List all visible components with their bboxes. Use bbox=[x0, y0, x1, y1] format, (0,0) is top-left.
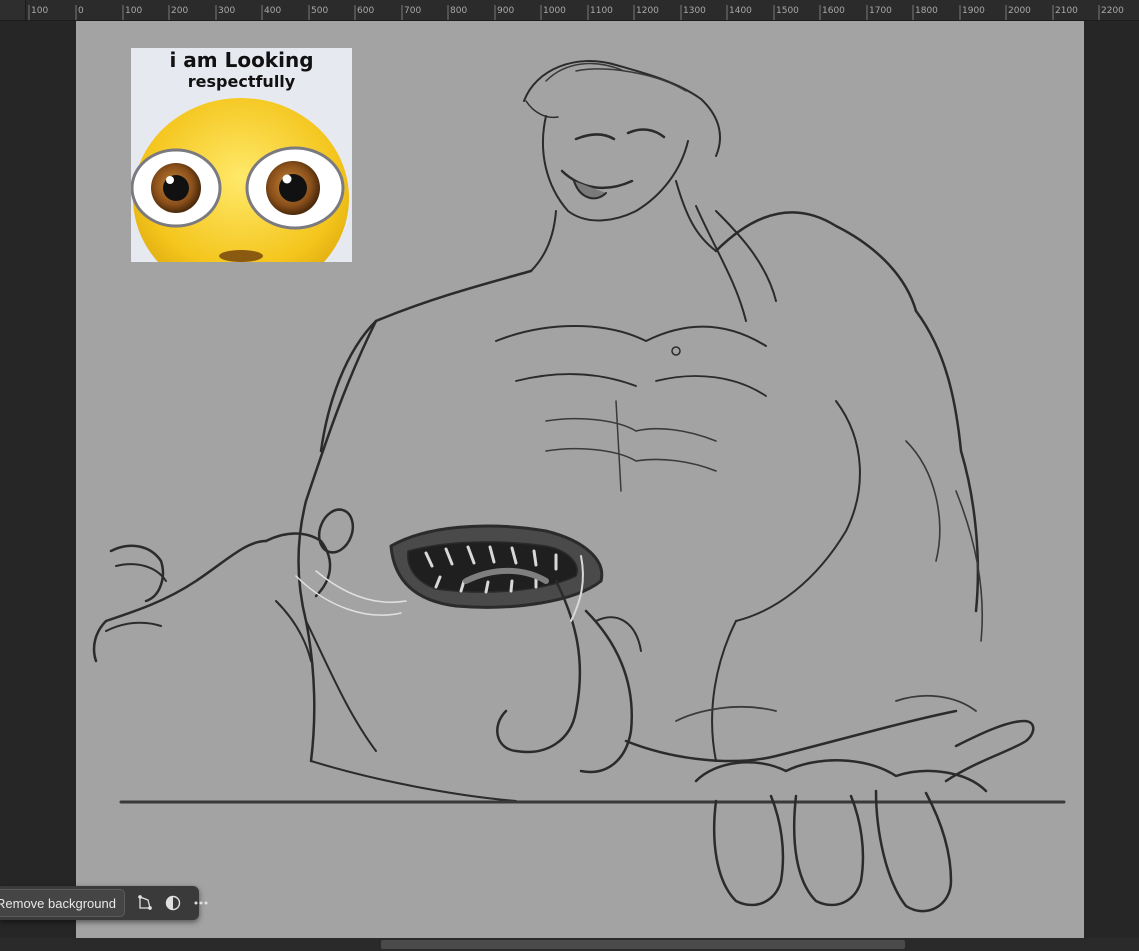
ruler-label: 1400 bbox=[729, 6, 752, 16]
ruler-label: 300 bbox=[218, 6, 236, 16]
ruler-label: 2200 bbox=[1101, 6, 1124, 16]
ruler-label: 700 bbox=[404, 6, 422, 16]
meme-caption-line2: respectfully bbox=[187, 72, 296, 91]
ruler-label: 1500 bbox=[776, 6, 799, 16]
ruler-label: 500 bbox=[311, 6, 329, 16]
ruler-label: 1900 bbox=[962, 6, 985, 16]
meme-caption-line1: i am Looking bbox=[169, 48, 314, 72]
ruler-label: 1600 bbox=[822, 6, 845, 16]
ruler-label: 1300 bbox=[683, 6, 706, 16]
meme-sticker-image[interactable]: i am Looking respectfully bbox=[131, 48, 352, 262]
more-ellipsis-icon[interactable] bbox=[193, 890, 209, 916]
ruler-label: 900 bbox=[497, 6, 515, 16]
remove-background-button[interactable]: Remove background bbox=[0, 889, 125, 917]
ruler-label: 100 bbox=[125, 6, 143, 16]
ruler-label: 800 bbox=[450, 6, 468, 16]
remove-background-label: Remove background bbox=[0, 895, 116, 911]
ruler-label: 400 bbox=[264, 6, 282, 16]
ruler-label: 1700 bbox=[869, 6, 892, 16]
transform-crop-icon[interactable] bbox=[137, 890, 153, 916]
ruler-label: 0 bbox=[78, 6, 84, 16]
contextual-taskbar: Remove background bbox=[0, 886, 208, 920]
ruler-label: 100 bbox=[31, 6, 49, 16]
horizontal-ruler: 100 0 100 200 300 400 500 600 700 800 90… bbox=[0, 0, 1139, 21]
ruler-label: 1800 bbox=[915, 6, 938, 16]
contrast-adjust-icon[interactable] bbox=[165, 890, 181, 916]
horizontal-scrollbar[interactable] bbox=[0, 938, 1139, 951]
ruler-label: 1100 bbox=[590, 6, 613, 16]
ruler-label: 600 bbox=[357, 6, 375, 16]
workspace[interactable]: i am Looking respectfully bbox=[0, 21, 1139, 938]
ruler-label: 1200 bbox=[636, 6, 659, 16]
ruler-label: 200 bbox=[171, 6, 189, 16]
scrollbar-thumb[interactable] bbox=[381, 940, 905, 949]
ruler-label: 2000 bbox=[1008, 6, 1031, 16]
document-canvas[interactable]: i am Looking respectfully bbox=[76, 21, 1084, 938]
ruler-label: 2100 bbox=[1055, 6, 1078, 16]
ruler-label: 1000 bbox=[543, 6, 566, 16]
